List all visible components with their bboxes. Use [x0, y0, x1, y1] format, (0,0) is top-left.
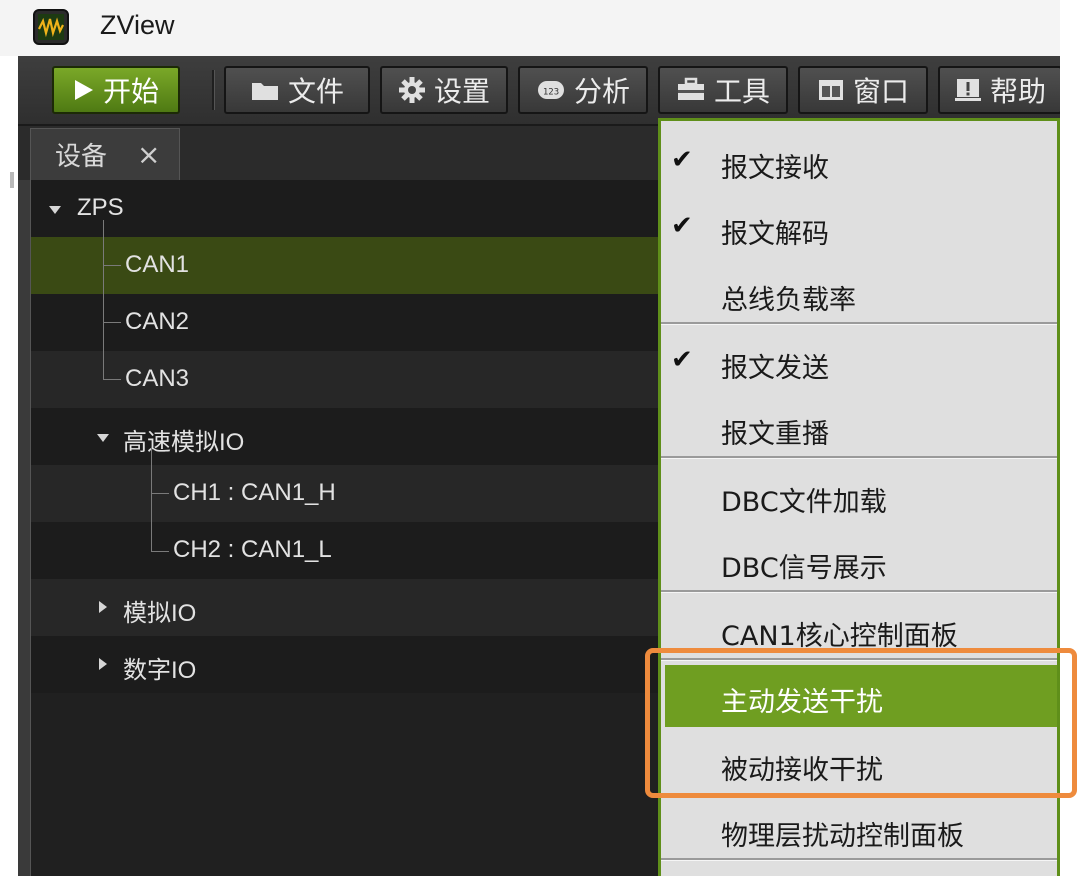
menu-separator — [661, 590, 1057, 593]
menu-item-label: 报文解码 — [721, 219, 829, 250]
menu-item-message-decode[interactable]: ✔ 报文解码 — [661, 197, 1057, 259]
menu-item-label: 报文接收 — [721, 153, 829, 184]
tree-connector — [151, 493, 169, 494]
checkmark-icon: ✔ — [671, 145, 693, 175]
checkmark-icon: ✔ — [671, 345, 693, 375]
tools-menu-button[interactable]: 工具 — [658, 66, 788, 114]
caret-down-icon[interactable] — [97, 434, 109, 442]
tab-devices[interactable]: 设备 × — [30, 128, 180, 180]
menu-item-label: 报文发送 — [721, 353, 829, 384]
settings-menu-label: 设置 — [433, 75, 490, 108]
tree-connector — [103, 322, 121, 323]
toolbox-icon — [677, 77, 704, 100]
window-icon — [818, 80, 843, 100]
tools-menu-label: 工具 — [713, 75, 770, 108]
oscilloscope-app-icon — [33, 9, 69, 45]
menu-item-dbc-load[interactable]: DBC文件加载 — [661, 465, 1057, 527]
menu-item-bus-load[interactable]: 总线负载率 — [661, 263, 1057, 325]
menu-item-message-send[interactable]: ✔ 报文发送 — [661, 331, 1057, 393]
toolbar: 开始 文件 设置 123 分析 工具 窗口 帮助 — [18, 56, 1060, 126]
caret-right-icon[interactable] — [99, 601, 107, 613]
start-button[interactable]: 开始 — [52, 66, 180, 114]
file-menu-button[interactable]: 文件 — [224, 66, 370, 114]
toolbar-separator — [212, 70, 215, 110]
caret-right-icon[interactable] — [99, 658, 107, 670]
menu-item-label: DBC文件加载 — [721, 487, 887, 518]
analysis-icon: 123 — [537, 81, 564, 99]
tree-connector — [151, 448, 152, 552]
tree-node-label: CAN2 — [125, 308, 190, 335]
menu-item-message-replay[interactable]: 报文重播 — [661, 397, 1057, 459]
tree-connector — [103, 379, 121, 380]
menu-item-label: DBC信号展示 — [721, 553, 887, 584]
window-menu-label: 窗口 — [852, 75, 909, 108]
checkmark-icon: ✔ — [671, 211, 693, 241]
tree-node-label: CAN1 — [125, 251, 190, 278]
tree-node-label: CH1 : CAN1_H — [173, 479, 336, 506]
menu-item-label: 总线负载率 — [721, 285, 856, 316]
folder-icon — [251, 83, 278, 100]
tree-connector — [103, 265, 121, 266]
annotation-highlight-box — [645, 648, 1077, 798]
menu-item-dbc-signal[interactable]: DBC信号展示 — [661, 531, 1057, 593]
menu-item-message-receive[interactable]: ✔ 报文接收 — [661, 131, 1057, 193]
help-menu-label: 帮助 — [989, 75, 1046, 108]
edge-mark — [10, 172, 14, 188]
menu-separator — [661, 858, 1057, 861]
tree-node-label: ZPS — [77, 194, 124, 221]
tree-node-label: CAN3 — [125, 365, 190, 392]
help-icon — [954, 79, 981, 101]
tree-node-label: 模拟IO — [123, 600, 197, 627]
file-menu-label: 文件 — [287, 75, 344, 108]
window-left-edge — [0, 56, 18, 876]
menu-item-label: 报文重播 — [721, 419, 829, 450]
menu-item-physical-layer-panel[interactable]: 物理层扰动控制面板 — [661, 799, 1057, 861]
play-icon — [74, 80, 93, 100]
tree-node-label: 高速模拟IO — [123, 429, 245, 456]
window-menu-button[interactable]: 窗口 — [798, 66, 928, 114]
help-menu-button[interactable]: 帮助 — [938, 66, 1060, 114]
tree-node-label: CH2 : CAN1_L — [173, 536, 332, 563]
svg-text:123: 123 — [543, 88, 559, 98]
menu-separator — [661, 456, 1057, 459]
analysis-menu-label: 分析 — [573, 75, 630, 108]
tree-connector — [151, 551, 169, 552]
menu-separator — [661, 322, 1057, 325]
tree-connector — [103, 220, 104, 380]
menu-item-label: 物理层扰动控制面板 — [721, 821, 964, 852]
gear-icon — [398, 77, 425, 103]
analysis-menu-button[interactable]: 123 分析 — [518, 66, 648, 114]
caret-down-icon[interactable] — [49, 206, 61, 214]
title-bar: ZView — [0, 0, 1060, 56]
tab-devices-label: 设备 — [55, 142, 108, 172]
window-title: ZView — [100, 10, 175, 40]
settings-menu-button[interactable]: 设置 — [380, 66, 508, 114]
start-button-label: 开始 — [102, 75, 159, 108]
close-icon[interactable]: × — [137, 138, 160, 171]
tree-node-label: 数字IO — [123, 657, 197, 684]
